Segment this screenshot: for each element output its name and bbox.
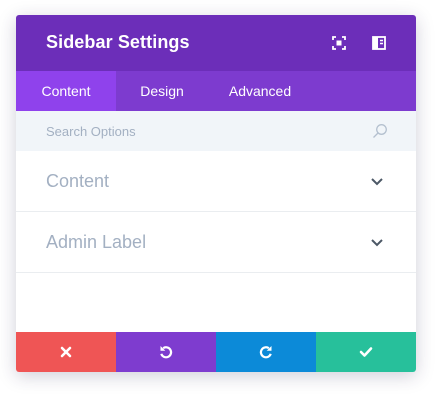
- section-content[interactable]: Content: [16, 151, 416, 212]
- tab-design[interactable]: Design: [116, 71, 208, 111]
- redo-button[interactable]: [216, 332, 316, 372]
- columns-icon: [372, 36, 386, 50]
- search-input[interactable]: [16, 111, 416, 151]
- section-admin-label[interactable]: Admin Label: [16, 212, 416, 273]
- modal-title: Sidebar Settings: [46, 32, 190, 52]
- tab-content[interactable]: Content: [16, 71, 116, 111]
- chevron-down-icon: [371, 239, 383, 247]
- toggle-sidebar-button[interactable]: [369, 33, 389, 53]
- check-icon: [359, 347, 373, 357]
- modal-footer: [16, 332, 416, 372]
- expand-button[interactable]: [329, 33, 349, 53]
- chevron-down-icon: [371, 178, 383, 186]
- section-content-label: Content: [46, 171, 110, 191]
- sidebar-settings-modal: Sidebar Settings Content Design Advanced: [16, 15, 416, 372]
- redo-icon: [259, 346, 272, 359]
- section-admin-label-label: Admin Label: [46, 232, 147, 252]
- save-button[interactable]: [316, 332, 416, 372]
- cancel-button[interactable]: [16, 332, 116, 372]
- search-bar: [16, 111, 416, 151]
- tab-bar: Content Design Advanced: [16, 71, 416, 111]
- modal-header: Sidebar Settings: [16, 15, 416, 71]
- search-icon[interactable]: [372, 123, 388, 139]
- expand-icon: [332, 36, 346, 50]
- undo-button[interactable]: [116, 332, 216, 372]
- tab-advanced[interactable]: Advanced: [208, 71, 312, 111]
- undo-icon: [160, 346, 173, 359]
- close-icon: [60, 346, 72, 358]
